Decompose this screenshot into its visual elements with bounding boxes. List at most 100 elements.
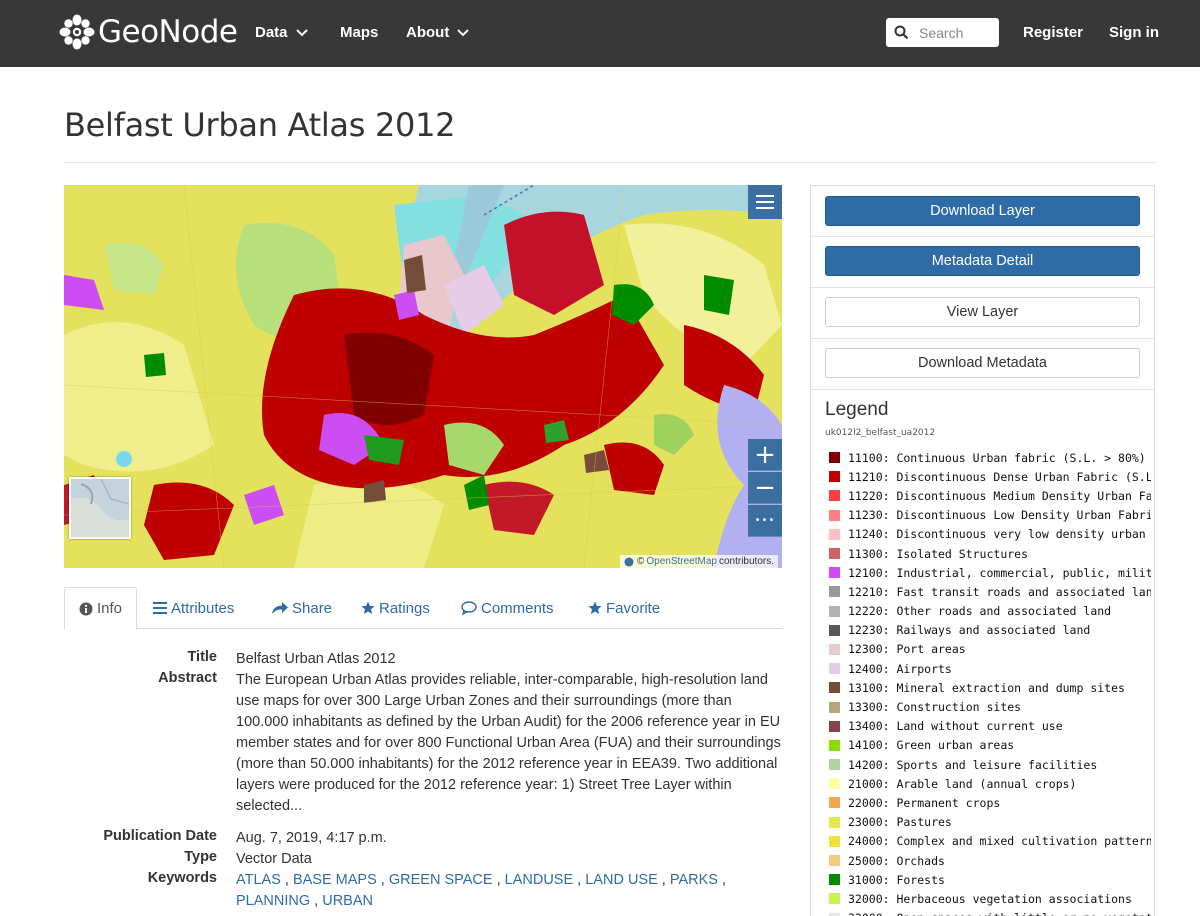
- legend-item-label: 12100: Industrial, commercial, public, m…: [848, 565, 1151, 580]
- legend-swatch: [829, 835, 840, 847]
- download-metadata-button[interactable]: Download Metadata: [825, 348, 1140, 378]
- legend-item: 31000: Forests: [829, 870, 1151, 889]
- keyword-link[interactable]: URBAN: [322, 893, 373, 909]
- legend-list: 11100: Continuous Urban fabric (S.L. > 8…: [829, 448, 1151, 916]
- legend-item: 33000: Open spaces with little or no veg…: [829, 909, 1151, 916]
- legend-swatch: [829, 605, 840, 617]
- legend-item-label: 12400: Airports: [848, 661, 952, 676]
- legend-swatch: [829, 778, 840, 790]
- map-attribution: © OpenStreetMap contributors.: [619, 555, 778, 568]
- legend-item: 12210: Fast transit roads and associated…: [829, 582, 1151, 601]
- hamburger-menu-icon: [756, 195, 774, 209]
- keyword-link[interactable]: LANDUSE: [505, 872, 574, 888]
- signin-link[interactable]: Sign in: [1109, 24, 1159, 41]
- legend-layer-name: uk012l2_belfast_ua2012: [825, 428, 936, 438]
- legend-item: 32000: Herbaceous vegetation association…: [829, 889, 1151, 908]
- comment-icon: [461, 601, 477, 615]
- info-type-value: Vector Data: [236, 851, 312, 867]
- legend-title: Legend: [825, 399, 889, 420]
- legend-item: 11100: Continuous Urban fabric (S.L. > 8…: [829, 448, 1151, 467]
- register-link[interactable]: Register: [1023, 24, 1083, 41]
- register-label: Register: [1023, 24, 1084, 41]
- keyword-link[interactable]: LAND USE: [585, 872, 658, 888]
- info-pubdate-label: Publication Date: [103, 828, 217, 844]
- brand-name: GeoNode: [98, 14, 238, 50]
- legend-swatch: [829, 528, 840, 540]
- search-icon: [894, 25, 909, 40]
- legend-item-label: 21000: Arable land (annual crops): [848, 776, 1077, 791]
- tab-favorite[interactable]: Favorite: [588, 587, 660, 629]
- tab-share-label: Share: [292, 599, 333, 617]
- info-keywords-list: ATLAS , BASE MAPS , GREEN SPACE , LANDUS…: [236, 872, 727, 909]
- legend-item: 11220: Discontinuous Medium Density Urba…: [829, 486, 1151, 505]
- more-tools-button[interactable]: •••: [748, 505, 782, 537]
- legend-item-label: 12210: Fast transit roads and associated…: [848, 584, 1151, 599]
- legend-item: 13400: Land without current use: [829, 717, 1151, 736]
- map-viewer[interactable]: + − ••• © OpenStreetMap contributors.: [64, 185, 782, 568]
- overview-map[interactable]: [69, 477, 131, 539]
- nav-maps[interactable]: Maps: [340, 24, 378, 41]
- legend-swatch: [829, 797, 840, 809]
- nav-about-label: About: [406, 24, 450, 41]
- view-layer-button[interactable]: View Layer: [825, 297, 1140, 327]
- legend-swatch: [829, 452, 840, 464]
- layer-sidebar: Download Layer Metadata Detail View Laye…: [810, 185, 1155, 916]
- tab-attributes[interactable]: Attributes: [153, 587, 234, 629]
- legend-swatch: [829, 471, 840, 483]
- info-title-value: Belfast Urban Atlas 2012: [236, 651, 396, 667]
- zoom-in-button[interactable]: +: [748, 439, 782, 471]
- legend-swatch: [829, 586, 840, 598]
- legend-swatch: [829, 548, 840, 560]
- legend-item: 21000: Arable land (annual crops): [829, 774, 1151, 793]
- legend-item: 13300: Construction sites: [829, 697, 1151, 716]
- legend-swatch: [829, 912, 840, 916]
- legend-swatch: [829, 759, 840, 771]
- legend-swatch: [829, 663, 840, 675]
- legend-item-label: 14200: Sports and leisure facilities: [848, 757, 1098, 772]
- metadata-detail-button[interactable]: Metadata Detail: [825, 246, 1140, 276]
- legend-swatch: [829, 509, 840, 521]
- info-pubdate-value: Aug. 7, 2019, 4:17 p.m.: [236, 830, 387, 846]
- tab-share[interactable]: Share: [272, 587, 332, 629]
- legend-item-label: 13300: Construction sites: [848, 700, 1022, 715]
- legend-item-label: 13400: Land without current use: [848, 719, 1063, 734]
- map-canvas[interactable]: [64, 185, 782, 568]
- legend-swatch: [829, 720, 840, 732]
- legend-swatch: [829, 816, 840, 828]
- download-layer-section: Download Layer: [811, 186, 1154, 237]
- keyword-link[interactable]: PLANNING: [236, 893, 310, 909]
- osm-link[interactable]: OpenStreetMap: [646, 556, 717, 567]
- info-circle-icon: [624, 557, 634, 566]
- keyword-link[interactable]: GREEN SPACE: [389, 872, 493, 888]
- map-layers-button[interactable]: [748, 185, 782, 219]
- brand-logo[interactable]: GeoNode: [58, 11, 238, 53]
- nav-data-dropdown[interactable]: Data: [255, 24, 308, 41]
- tab-info[interactable]: Info: [64, 587, 138, 630]
- layer-tabs: Info Attributes Share Ratings Comments F…: [64, 587, 782, 630]
- keyword-link[interactable]: BASE MAPS: [293, 872, 377, 888]
- tab-ratings[interactable]: Ratings: [361, 587, 430, 629]
- legend-item: 11300: Isolated Structures: [829, 544, 1151, 563]
- legend-swatch: [829, 490, 840, 502]
- legend-item: 12400: Airports: [829, 659, 1151, 678]
- tab-comments-label: Comments: [481, 599, 554, 617]
- legend-swatch: [829, 643, 840, 655]
- zoom-out-button[interactable]: −: [748, 472, 782, 504]
- legend-item: 11240: Discontinuous very low density ur…: [829, 525, 1151, 544]
- legend-item-label: 25000: Orchads: [848, 853, 945, 868]
- legend-swatch: [829, 855, 840, 867]
- legend-swatch: [829, 874, 840, 886]
- legend-item: 11210: Discontinuous Dense Urban Fabric …: [829, 467, 1151, 486]
- star-icon: [361, 601, 375, 614]
- legend-item-label: 12300: Port areas: [848, 642, 966, 657]
- nav-about-dropdown[interactable]: About: [406, 24, 470, 41]
- keyword-link[interactable]: PARKS: [670, 872, 718, 888]
- legend-item: 12230: Railways and associated land: [829, 621, 1151, 640]
- search-input[interactable]: [919, 24, 999, 41]
- tab-info-label: Info: [97, 600, 123, 617]
- keyword-link[interactable]: ATLAS: [236, 872, 281, 888]
- legend-item-label: 22000: Permanent crops: [848, 795, 1001, 810]
- legend-item-label: 32000: Herbaceous vegetation association…: [848, 891, 1132, 906]
- download-layer-button[interactable]: Download Layer: [825, 196, 1140, 226]
- tab-comments[interactable]: Comments: [461, 587, 554, 629]
